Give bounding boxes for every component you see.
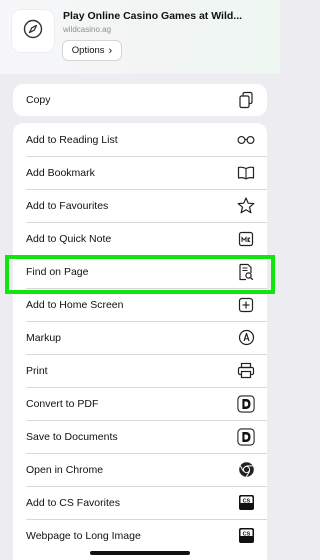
chrome-icon	[237, 461, 255, 479]
action-label: Find on Page	[26, 265, 89, 278]
svg-text:CS: CS	[242, 531, 250, 537]
action-label: Print	[26, 364, 48, 377]
action-find-on-page[interactable]: Find on Page	[13, 255, 267, 288]
action-add-to-quick-note[interactable]: Add to Quick Note	[13, 222, 267, 255]
action-add-bookmark[interactable]: Add Bookmark	[13, 156, 267, 189]
action-label: Save to Documents	[26, 430, 118, 443]
action-open-in-chrome[interactable]: Open in Chrome	[13, 453, 267, 486]
action-label: Add to Reading List	[26, 133, 118, 146]
quick-note-icon	[237, 230, 255, 248]
chevron-right-icon: ›	[108, 44, 113, 57]
action-print[interactable]: Print	[13, 354, 267, 387]
share-sheet-header: Play Online Casino Games at Wild... wild…	[0, 0, 280, 74]
svg-text:CS: CS	[242, 498, 250, 504]
action-label: Open in Chrome	[26, 463, 104, 476]
page-domain: wildcasino.ag	[63, 25, 112, 34]
page-title: Play Online Casino Games at Wild...	[63, 10, 243, 22]
action-webpage-to-long-image[interactable]: Webpage to Long Image CS	[13, 519, 267, 552]
action-label: Markup	[26, 331, 62, 344]
glasses-icon	[237, 131, 255, 149]
star-icon	[237, 197, 255, 215]
action-convert-to-pdf[interactable]: Convert to PDF	[13, 387, 267, 420]
add-square-icon	[237, 296, 255, 314]
markup-icon	[237, 329, 255, 347]
action-add-to-cs-favorites[interactable]: Add to CS Favorites CS	[13, 486, 267, 519]
action-label: Convert to PDF	[26, 397, 99, 410]
action-markup[interactable]: Markup	[13, 321, 267, 354]
action-add-to-reading-list[interactable]: Add to Reading List	[13, 123, 267, 156]
action-add-to-home-screen[interactable]: Add to Home Screen	[13, 288, 267, 321]
action-label: Add to Quick Note	[26, 232, 112, 245]
copy-icon	[237, 91, 255, 109]
documents-app-icon	[237, 427, 255, 446]
action-label: Copy	[26, 94, 51, 106]
action-copy[interactable]: Copy	[13, 84, 267, 116]
printer-icon	[237, 362, 255, 380]
action-label: Add to Favourites	[26, 199, 109, 212]
action-label: Add to CS Favorites	[26, 496, 120, 509]
action-label: Add to Home Screen	[26, 298, 124, 311]
action-label: Add Bookmark	[26, 166, 95, 179]
cs-app-icon: CS	[237, 494, 255, 512]
compass-icon	[22, 18, 44, 45]
find-page-icon	[237, 263, 255, 281]
home-indicator	[90, 551, 190, 555]
cs-app-icon: CS	[237, 527, 255, 545]
options-label: Options	[71, 45, 105, 56]
action-save-to-documents[interactable]: Save to Documents	[13, 420, 267, 453]
book-icon	[237, 164, 255, 182]
action-add-to-favourites[interactable]: Add to Favourites	[13, 189, 267, 222]
options-button[interactable]: Options ›	[62, 40, 122, 61]
copy-card: Copy	[13, 84, 267, 116]
site-thumbnail	[12, 10, 54, 52]
pdf-app-icon	[237, 394, 255, 413]
actions-card: Add to Reading List Add Bookmark Add to …	[13, 123, 267, 560]
action-label: Webpage to Long Image	[26, 529, 141, 542]
